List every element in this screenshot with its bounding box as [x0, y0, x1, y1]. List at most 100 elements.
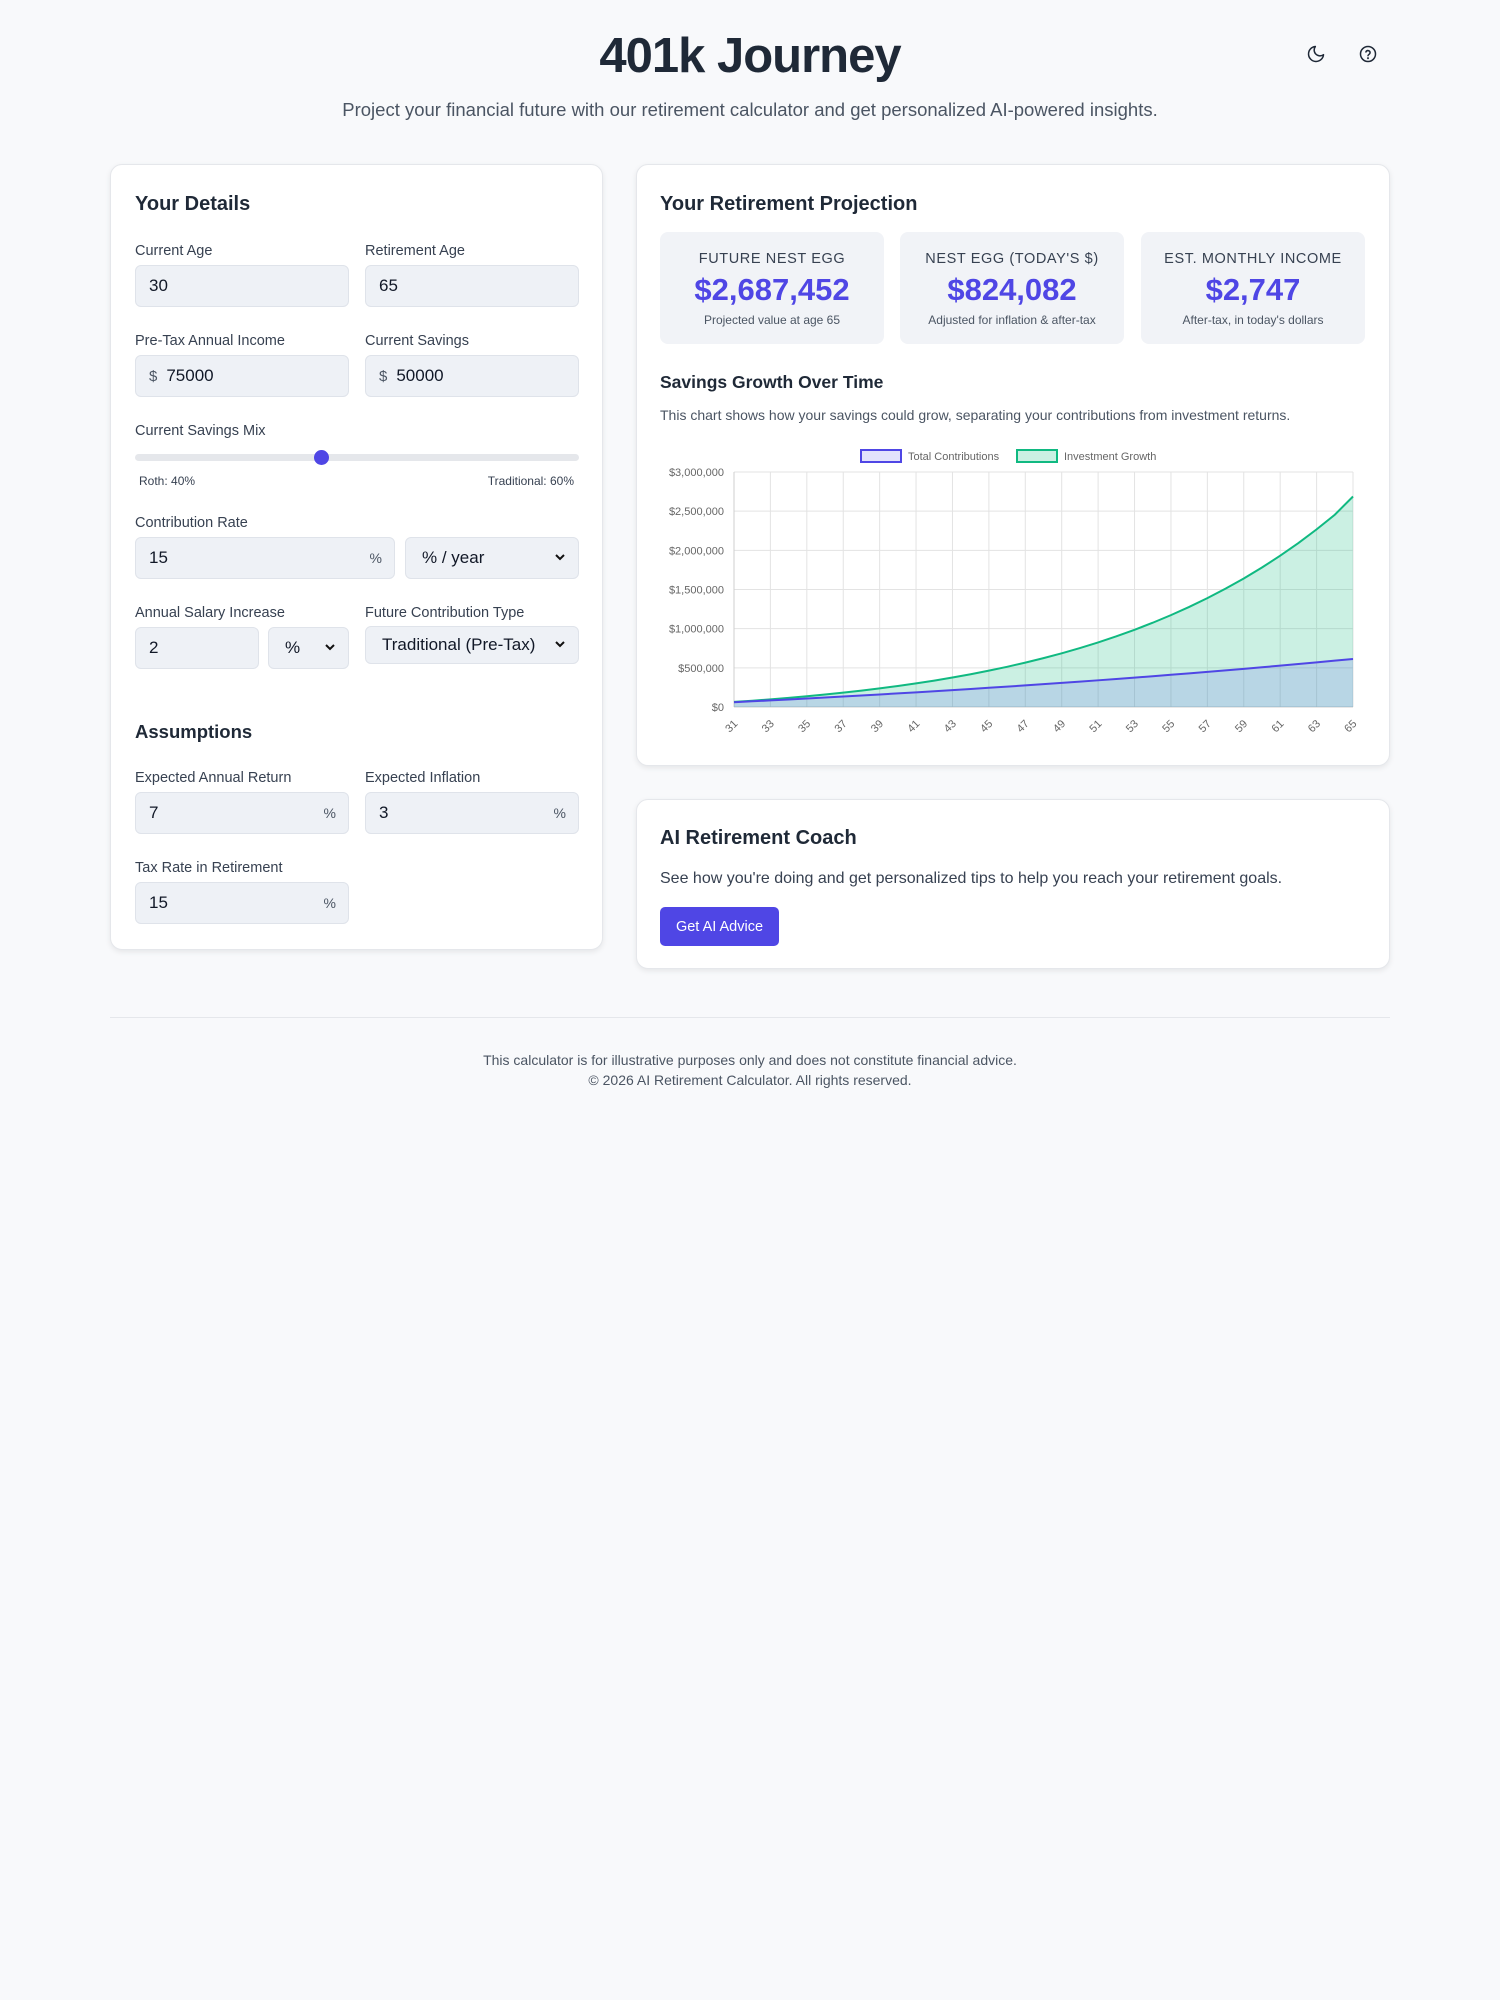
contribution-rate-value: 15 [149, 548, 168, 567]
page-subtitle: Project your financial future with our r… [342, 99, 1158, 120]
x-tick-label: 39 [869, 718, 886, 735]
x-tick-label: 49 [1051, 718, 1068, 735]
tax-rate-input[interactable]: 15 % [135, 882, 349, 924]
x-tick-label: 33 [760, 718, 777, 735]
footer-copyright: © 2026 AI Retirement Calculator. All rig… [588, 1072, 912, 1088]
x-tick-label: 51 [1087, 718, 1104, 735]
salary-increase-value: 2 [149, 638, 159, 657]
retirement-age-value: 65 [379, 276, 398, 295]
retirement-age-label: Retirement Age [365, 243, 465, 259]
current-age-input[interactable]: 30 [135, 265, 349, 307]
salary-increase-label: Annual Salary Increase [135, 605, 285, 621]
legend-label: Investment Growth [1064, 451, 1156, 463]
salary-increase-input[interactable]: 2 [135, 627, 259, 669]
x-tick-label: 61 [1269, 718, 1286, 735]
return-value: 7 [149, 803, 159, 822]
future-nest-egg-stat: FUTURE NEST EGG $2,687,452 Projected val… [660, 232, 884, 344]
contribution-unit-value: % / year [422, 548, 485, 567]
inflation-value: 3 [379, 803, 389, 822]
y-tick-label: $2,000,000 [669, 545, 724, 557]
x-tick-label: 53 [1124, 718, 1141, 735]
percent-suffix: % [553, 805, 566, 821]
chart-title: Savings Growth Over Time [660, 372, 884, 392]
x-tick-label: 47 [1015, 718, 1032, 735]
current-age-label: Current Age [135, 243, 213, 259]
y-tick-label: $1,500,000 [669, 585, 724, 597]
stat-value: $2,747 [1205, 272, 1301, 307]
page-title: 401k Journey [599, 29, 901, 83]
nest-egg-today-stat: NEST EGG (TODAY'S $) $824,082 Adjusted f… [900, 232, 1124, 344]
savings-mix-label: Current Savings Mix [135, 423, 266, 439]
salary-increase-unit-value: % [285, 638, 301, 657]
theme-toggle-button[interactable] [1302, 40, 1330, 68]
savings-mix-slider[interactable] [135, 450, 579, 465]
salary-increase-unit-select[interactable]: % [268, 627, 349, 669]
return-input[interactable]: 7 % [135, 792, 349, 834]
y-tick-label: $2,500,000 [669, 506, 724, 518]
x-tick-label: 57 [1197, 718, 1214, 735]
inflation-input[interactable]: 3 % [365, 792, 579, 834]
x-tick-label: 45 [978, 718, 995, 735]
income-value: 75000 [166, 366, 214, 385]
stat-value: $2,687,452 [694, 272, 850, 307]
x-tick-label: 35 [796, 718, 813, 735]
stat-note: Adjusted for inflation & after-tax [928, 313, 1096, 327]
chevron-down-icon [555, 641, 565, 648]
x-tick-label: 31 [723, 718, 740, 735]
slider-thumb[interactable] [313, 450, 329, 465]
x-tick-label: 55 [1160, 718, 1177, 735]
tax-rate-value: 15 [149, 893, 168, 912]
percent-suffix: % [369, 550, 382, 566]
return-label: Expected Annual Return [135, 770, 292, 786]
coach-title: AI Retirement Coach [660, 827, 857, 849]
future-type-label: Future Contribution Type [365, 605, 525, 621]
legend-swatch [860, 449, 902, 463]
chart-description: This chart shows how your savings could … [660, 407, 1291, 423]
stat-note: Projected value at age 65 [703, 313, 841, 327]
retirement-age-input[interactable]: 65 [365, 265, 579, 307]
ai-coach-card: AI Retirement Coach See how you're doing… [636, 799, 1390, 969]
x-tick-label: 59 [1233, 718, 1250, 735]
coach-description: See how you're doing and get personalize… [660, 870, 1283, 887]
savings-growth-chart: $0 $500,000 $1,000,000 $1,500,000 $2,000,000… [669, 449, 1359, 735]
stat-note: After-tax, in today's dollars [1182, 313, 1324, 327]
x-tick-label: 41 [905, 718, 922, 735]
contribution-unit-select[interactable]: % / year [405, 537, 579, 579]
footer-divider [110, 1017, 1390, 1018]
income-input[interactable]: $ 75000 [135, 355, 349, 397]
get-ai-advice-button[interactable]: Get AI Advice [660, 907, 779, 946]
help-button[interactable] [1354, 40, 1382, 68]
contribution-rate-label: Contribution Rate [135, 515, 248, 531]
y-tick-label: $1,000,000 [669, 624, 724, 636]
monthly-income-stat: EST. MONTHLY INCOME $2,747 After-tax, in… [1141, 232, 1365, 344]
chevron-down-icon [555, 554, 565, 561]
traditional-label: Traditional: 60% [487, 474, 574, 488]
income-label: Pre-Tax Annual Income [135, 333, 285, 349]
details-title: Your Details [135, 193, 251, 215]
x-tick-label: 65 [1342, 718, 1359, 735]
projection-title: Your Retirement Projection [660, 193, 918, 215]
details-card: Your Details Current Age 30 Retirement A… [110, 164, 603, 950]
x-tick-label: 37 [833, 718, 850, 735]
footer-disclaimer: This calculator is for illustrative purp… [483, 1052, 1017, 1068]
y-tick-label: $0 [712, 702, 724, 714]
x-tick-label: 63 [1306, 718, 1323, 735]
contribution-rate-input[interactable]: 15 % [135, 537, 395, 579]
percent-suffix: % [323, 895, 336, 911]
x-tick-label: 43 [942, 718, 959, 735]
stat-label: NEST EGG (TODAY'S $) [925, 251, 1099, 267]
legend-label: Total Contributions [908, 451, 1000, 463]
legend-swatch [1016, 449, 1058, 463]
future-type-select[interactable]: Traditional (Pre-Tax) [365, 626, 579, 664]
savings-value: 50000 [396, 366, 444, 385]
savings-label: Current Savings [365, 333, 469, 349]
stat-label: EST. MONTHLY INCOME [1164, 251, 1342, 267]
stat-label: FUTURE NEST EGG [698, 251, 846, 267]
stat-value: $824,082 [947, 272, 1077, 307]
future-type-value: Traditional (Pre-Tax) [382, 635, 536, 654]
savings-input[interactable]: $ 50000 [365, 355, 579, 397]
percent-suffix: % [323, 805, 336, 821]
current-age-value: 30 [149, 276, 168, 295]
assumptions-title: Assumptions [135, 721, 253, 742]
roth-label: Roth: 40% [139, 474, 196, 488]
